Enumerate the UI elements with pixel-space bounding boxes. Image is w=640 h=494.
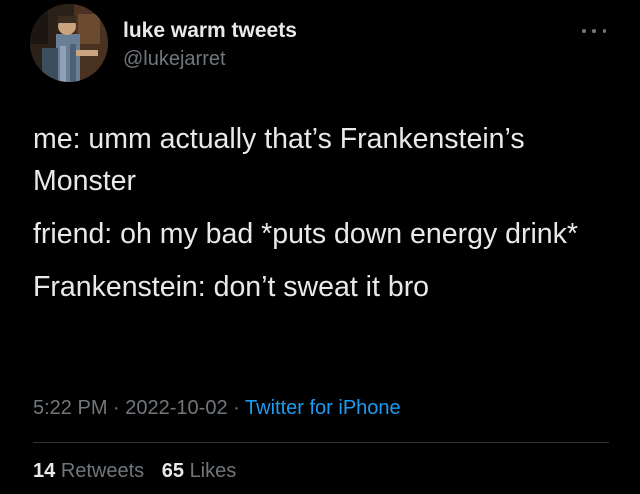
avatar-image	[30, 4, 108, 82]
tweet-stats: 14 Retweets 65 Likes	[33, 460, 248, 483]
retweets-count: 14	[33, 460, 56, 482]
likes-label: Likes	[189, 460, 237, 482]
author-display-name[interactable]: luke warm tweets	[123, 18, 297, 44]
dot	[582, 29, 586, 33]
tweet-text-line: me: umm actually that’s Frankenstein’s M…	[33, 123, 525, 197]
dot	[592, 29, 596, 33]
tweet-date[interactable]: 2022-10-02	[125, 397, 227, 419]
meta-separator: ·	[113, 397, 120, 419]
author-handle[interactable]: @lukejarret	[123, 46, 297, 72]
tweet-metadata: 5:22 PM · 2022-10-02 · Twitter for iPhon…	[33, 397, 401, 420]
tweet-text-line: Frankenstein: don’t sweat it bro	[33, 271, 430, 303]
divider	[33, 442, 609, 443]
avatar[interactable]	[30, 4, 108, 82]
tweet-text: me: umm actually that’s Frankenstein’s M…	[33, 118, 618, 319]
tweet-text-line: friend: oh my bad *puts down energy drin…	[33, 218, 578, 250]
likes-stat[interactable]: 65 Likes	[162, 460, 237, 482]
tweet-source-link[interactable]: Twitter for iPhone	[245, 397, 401, 419]
author-block: luke warm tweets @lukejarret	[123, 18, 297, 72]
more-horizontal-icon[interactable]	[582, 26, 606, 36]
retweets-stat[interactable]: 14 Retweets	[33, 460, 150, 482]
retweets-label: Retweets	[60, 460, 145, 482]
tweet-card: luke warm tweets @lukejarret me: umm act…	[0, 0, 640, 494]
tweet-time[interactable]: 5:22 PM	[33, 397, 107, 419]
dot	[602, 29, 606, 33]
meta-separator: ·	[233, 397, 240, 419]
likes-count: 65	[161, 460, 184, 482]
